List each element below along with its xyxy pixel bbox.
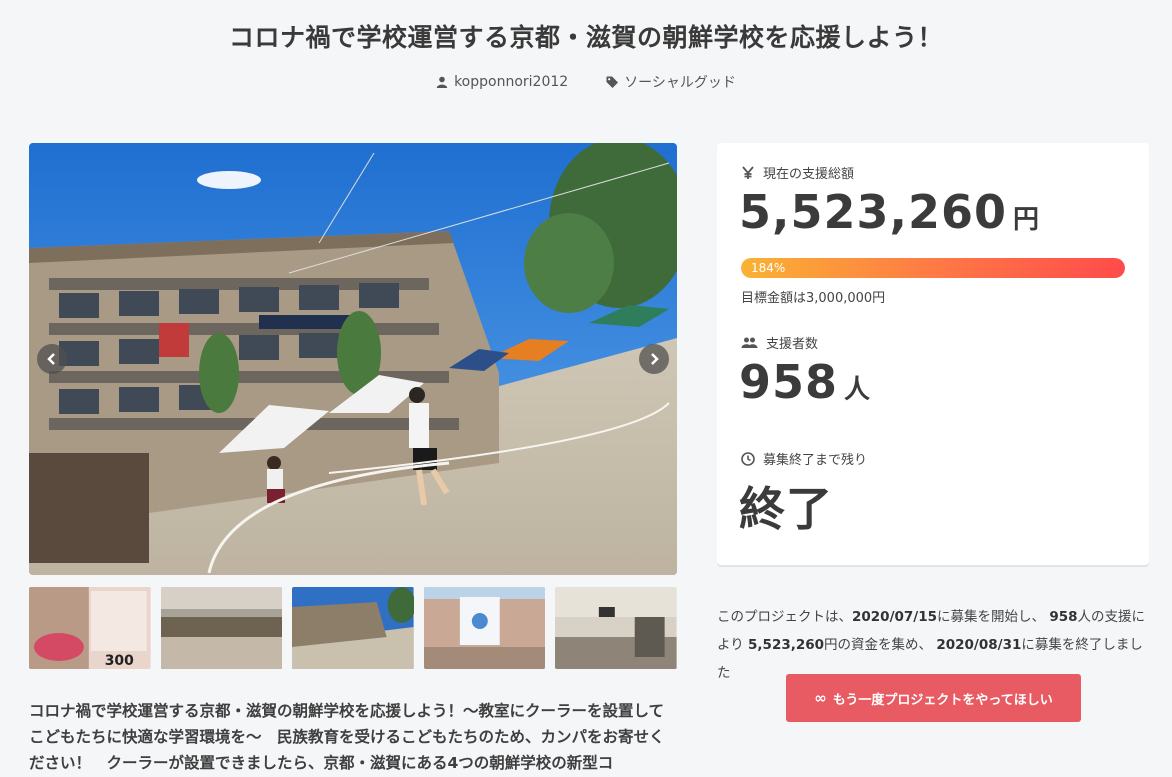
total-amount: 5,523,260 円	[739, 185, 1039, 239]
users-icon	[741, 337, 758, 348]
category-name: ソーシャルグッド	[624, 75, 736, 91]
request-again-button[interactable]: ∞ もう一度プロジェクトをやってほしい	[786, 674, 1081, 722]
supporters-label-text: 支援者数	[766, 337, 819, 352]
total-label: 現在の支援総額	[741, 163, 854, 182]
category-link[interactable]: ソーシャルグッド	[606, 72, 736, 92]
remaining-label-text: 募集終了まで残り	[763, 453, 868, 468]
infinity-icon: ∞	[814, 689, 827, 707]
main-image-carousel[interactable]	[29, 143, 677, 575]
thumbnail-image	[555, 587, 677, 669]
goal-amount: 目標金額は3,000,000円	[741, 291, 886, 306]
total-label-text: 現在の支援総額	[763, 167, 855, 182]
summary-text: 円の資金を集め、	[824, 637, 937, 653]
remaining-time: 終了	[739, 473, 833, 539]
summary-text: に募集を開始し、	[937, 609, 1050, 625]
thumbnail-5[interactable]	[555, 587, 677, 669]
remaining-label: 募集終了まで残り	[741, 449, 867, 468]
carousel-next-button[interactable]	[639, 344, 669, 374]
summary-amount: 5,523,260	[748, 637, 825, 653]
thumbnail-strip: 300	[29, 587, 677, 669]
supporters-count: 958 人	[739, 355, 870, 409]
thumbnail-2[interactable]	[160, 587, 283, 669]
page-title: コロナ禍で学校運営する京都・滋賀の朝鮮学校を応援しよう！	[228, 23, 943, 52]
yen-icon	[742, 165, 754, 179]
thumbnail-image	[423, 587, 546, 669]
chevron-left-icon	[47, 353, 55, 365]
supporters-count-unit: 人	[844, 375, 871, 405]
author-link[interactable]: kopponnori2012	[436, 72, 568, 92]
clock-icon	[741, 451, 755, 466]
author-name: kopponnori2012	[454, 74, 569, 90]
progress-fill: 184%	[741, 258, 1125, 278]
user-icon	[436, 76, 448, 88]
chevron-right-icon	[651, 353, 659, 365]
thumbnail-1[interactable]: 300	[29, 587, 151, 669]
thumbnail-4[interactable]	[423, 587, 546, 669]
funding-stats-card: 現在の支援総額 5,523,260 円 184% 目標金額は3,000,000円…	[717, 143, 1149, 565]
summary-start-date: 2020/07/15	[852, 609, 938, 625]
summary-text: このプロジェクトは、	[717, 609, 852, 625]
remaining-time-value: 終了	[739, 482, 833, 536]
funding-progress-bar: 184%	[741, 258, 1125, 278]
supporters-count-value: 958	[739, 355, 839, 409]
tag-icon	[606, 76, 619, 88]
supporters-label: 支援者数	[741, 333, 818, 352]
thumbnail-3[interactable]	[292, 587, 414, 669]
thumbnail-text: 300	[105, 653, 134, 669]
thumbnail-image	[292, 587, 414, 669]
thumbnail-image: 300	[29, 587, 151, 669]
carousel-prev-button[interactable]	[37, 344, 67, 374]
request-again-label: もう一度プロジェクトをやってほしい	[832, 692, 1053, 708]
summary-supporters: 958	[1049, 609, 1078, 625]
thumbnail-image	[160, 587, 283, 669]
project-description: コロナ禍で学校運営する京都・滋賀の朝鮮学校を応援しよう！～教室にクーラーを設置し…	[29, 702, 665, 772]
main-photo	[29, 143, 677, 575]
total-amount-value: 5,523,260	[739, 185, 1007, 239]
summary-end-date: 2020/08/31	[936, 637, 1022, 653]
project-meta: kopponnori2012 ソーシャルグッド	[0, 72, 1172, 92]
total-amount-unit: 円	[1013, 205, 1040, 235]
